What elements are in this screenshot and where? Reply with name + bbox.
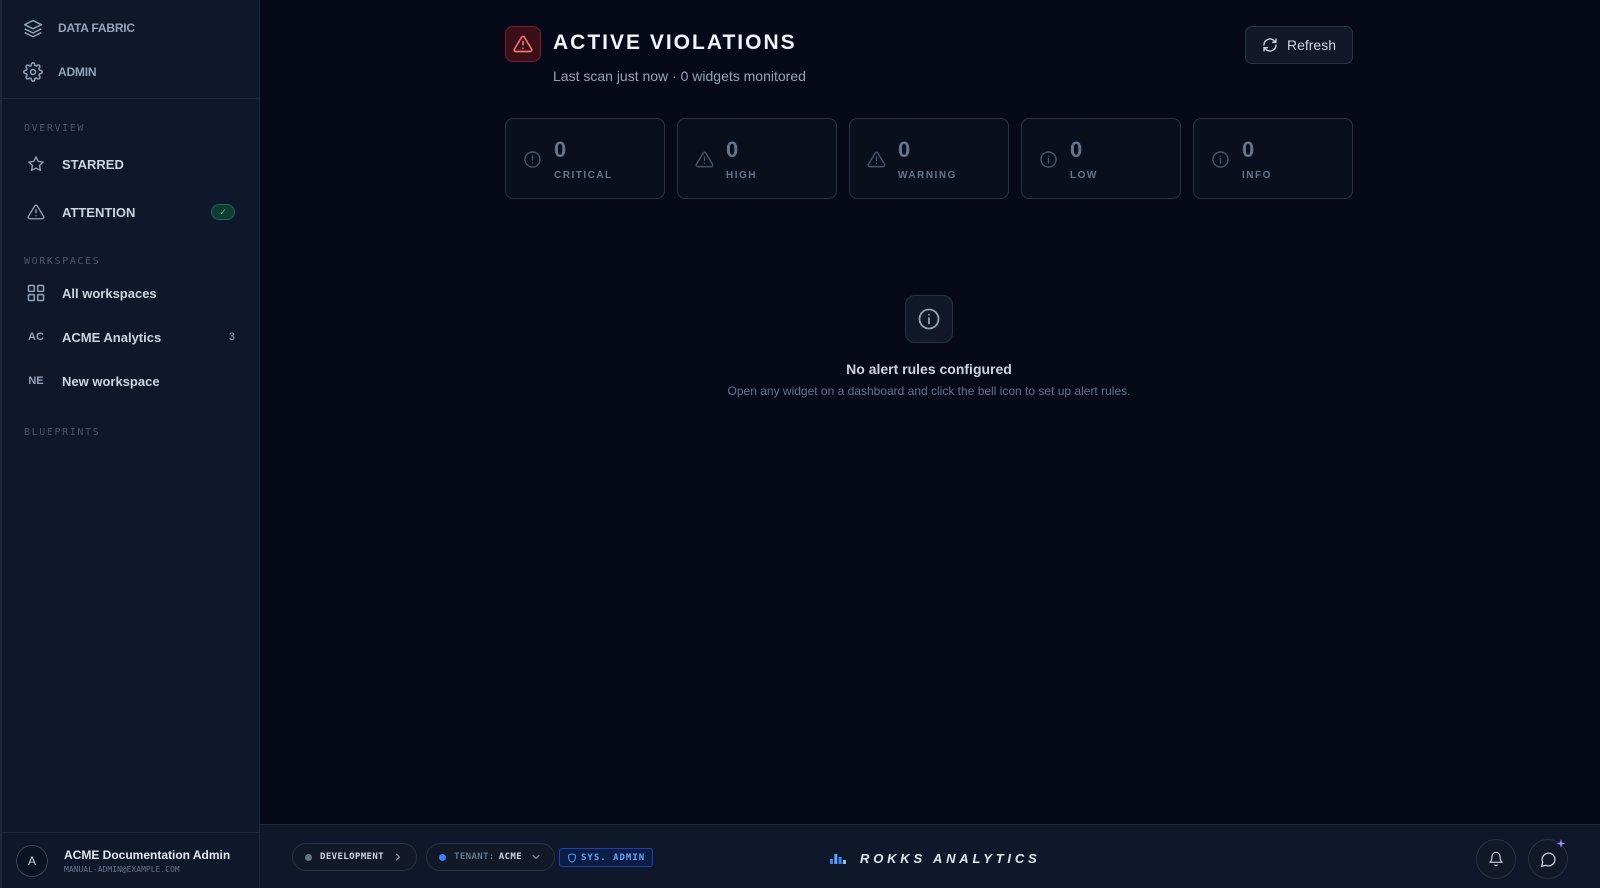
empty-state-description: Open any widget on a dashboard and click…	[727, 384, 1131, 398]
severity-count: 0	[726, 137, 739, 162]
environment-status-dot	[305, 853, 312, 861]
chat-bubble-icon	[1540, 851, 1557, 868]
avatar: A	[16, 844, 48, 877]
warning-triangle-icon	[505, 26, 541, 62]
severity-count: 0	[1242, 137, 1255, 162]
bar-chart-logo-icon	[830, 852, 846, 864]
warning-triangle-icon	[26, 202, 46, 222]
workspace-abbr: AC	[28, 331, 44, 343]
role-badge: SYS. ADMIN	[559, 848, 654, 867]
sidebar: DATA FABRIC ADMIN OVERVIEW STARRED ATTEN…	[0, 0, 260, 888]
sidebar-item-starred[interactable]: STARRED	[2, 142, 259, 186]
sidebar-item-label: DATA FABRIC	[58, 21, 135, 35]
sidebar-item-all-workspaces[interactable]: All workspaces	[2, 271, 259, 315]
tenant-status-dot	[439, 853, 446, 861]
workspace-count: 3	[228, 331, 235, 343]
notifications-button[interactable]	[1476, 839, 1516, 879]
sidebar-item-label: ADMIN	[58, 65, 97, 79]
tenant-name: ACME	[498, 852, 523, 862]
page-title: ACTIVE VIOLATIONS	[553, 31, 797, 54]
star-icon	[26, 154, 46, 174]
layers-icon	[22, 17, 44, 39]
severity-card-low[interactable]: 0 LOW	[1021, 118, 1181, 199]
sidebar-top-section: DATA FABRIC ADMIN	[2, 0, 259, 99]
refresh-label: Refresh	[1286, 37, 1337, 53]
warning-triangle-icon	[694, 149, 714, 169]
sidebar-item-acme-analytics[interactable]: AC ACME Analytics 3	[2, 315, 259, 359]
section-label-blueprints: BLUEPRINTS	[24, 427, 101, 438]
refresh-icon	[1262, 37, 1278, 53]
refresh-button[interactable]: Refresh	[1245, 26, 1353, 64]
empty-state-title: No alert rules configured	[846, 361, 1012, 377]
warning-triangle-icon	[866, 149, 886, 169]
severity-label: INFO	[1242, 170, 1272, 181]
user-email: MANUAL-ADMIN@EXAMPLE.COM	[64, 864, 180, 874]
page-subtitle: Last scan just now · 0 widgets monitored	[553, 68, 806, 84]
grid-icon	[26, 283, 46, 303]
severity-card-high[interactable]: 0 HIGH	[677, 118, 837, 199]
sidebar-item-new-workspace[interactable]: NE New workspace	[2, 359, 259, 403]
severity-card-critical[interactable]: 0 CRITICAL	[505, 118, 665, 199]
severity-cards: 0 CRITICAL 0 HIGH 0 WARNING 0 LOW 0 INFO	[505, 118, 1353, 199]
severity-label: CRITICAL	[554, 170, 613, 181]
main-content: ACTIVE VIOLATIONS Last scan just now · 0…	[260, 0, 1600, 824]
footer-bar: DEVELOPMENT TENANT: ACME SYS. ADMIN ROKK…	[260, 824, 1600, 888]
info-circle-icon	[905, 295, 953, 343]
severity-count: 0	[1070, 137, 1083, 162]
environment-label: DEVELOPMENT	[320, 852, 385, 862]
sidebar-item-label: New workspace	[62, 373, 160, 389]
status-badge: ✓	[211, 204, 235, 220]
workspace-abbr: NE	[28, 375, 44, 387]
severity-card-warning[interactable]: 0 WARNING	[849, 118, 1009, 199]
section-label-overview: OVERVIEW	[24, 123, 85, 134]
sidebar-item-label: All workspaces	[62, 285, 157, 301]
severity-label: LOW	[1070, 170, 1098, 181]
info-circle-icon	[1210, 149, 1230, 169]
shield-icon	[567, 852, 577, 863]
user-profile[interactable]: A ACME Documentation Admin MANUAL-ADMIN@…	[2, 832, 260, 888]
sidebar-item-attention[interactable]: ATTENTION ✓	[2, 190, 259, 234]
sidebar-item-data-fabric[interactable]: DATA FABRIC	[2, 6, 259, 50]
bell-icon	[1488, 851, 1504, 867]
sparkle-icon	[1555, 838, 1567, 850]
sidebar-item-admin[interactable]: ADMIN	[2, 50, 259, 94]
sidebar-item-label: ACME Analytics	[62, 329, 162, 345]
severity-card-info[interactable]: 0 INFO	[1193, 118, 1353, 199]
tenant-selector[interactable]: TENANT: ACME	[426, 843, 556, 871]
user-name: ACME Documentation Admin	[64, 847, 231, 862]
environment-selector[interactable]: DEVELOPMENT	[292, 843, 418, 871]
brand-name: ROKKS ANALYTICS	[860, 850, 1041, 866]
chevron-right-icon	[392, 851, 404, 863]
chat-assistant-button[interactable]	[1528, 839, 1568, 879]
info-circle-icon	[1038, 149, 1058, 169]
severity-count: 0	[554, 137, 567, 162]
chevron-down-icon	[530, 851, 542, 863]
gear-icon	[22, 61, 44, 83]
brand-logo: ROKKS ANALYTICS	[830, 847, 1041, 869]
tenant-prefix: TENANT:	[454, 852, 495, 862]
severity-label: HIGH	[726, 170, 757, 181]
sidebar-item-label: ATTENTION	[62, 204, 136, 220]
sidebar-item-label: STARRED	[62, 156, 124, 172]
severity-label: WARNING	[898, 170, 957, 181]
alert-circle-icon	[522, 149, 542, 169]
section-label-workspaces: WORKSPACES	[24, 256, 101, 267]
severity-count: 0	[898, 137, 911, 162]
role-badge-label: SYS. ADMIN	[581, 852, 646, 863]
